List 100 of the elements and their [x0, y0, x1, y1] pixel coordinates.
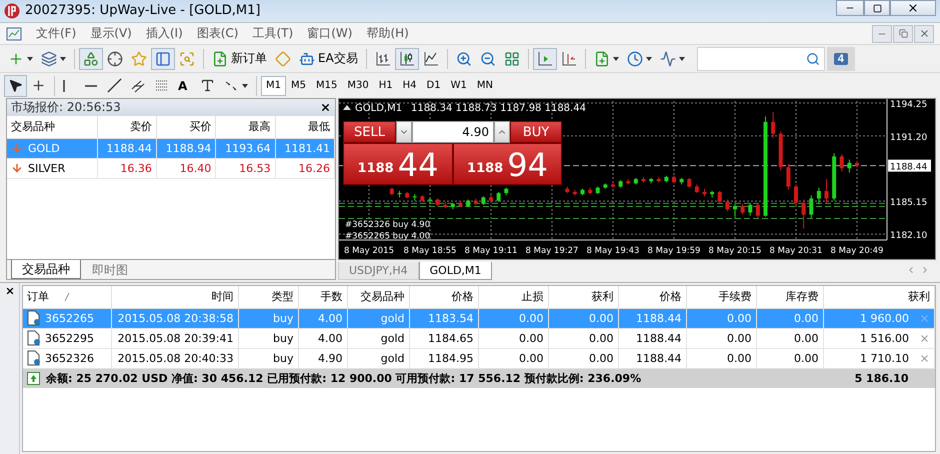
zoom-out-icon [480, 50, 496, 66]
panel-tab[interactable]: 交易品种 [11, 260, 81, 279]
table-cell: 1183.54 [409, 308, 478, 328]
arrow-up-icon [27, 372, 40, 385]
timeframe-button[interactable]: MN [472, 76, 498, 96]
candle [626, 178, 630, 185]
candle [412, 194, 417, 202]
candle [618, 180, 623, 188]
timeframe-button[interactable]: M5 [286, 76, 311, 96]
table-cell: 0.00 [478, 348, 548, 368]
toolbar-button[interactable]: EA交易 [295, 48, 362, 70]
app-logo-icon [4, 3, 20, 19]
column-header[interactable]: 止损 [478, 286, 548, 308]
column-header[interactable]: 时间 [111, 286, 238, 308]
timeframe-button[interactable]: H4 [398, 76, 422, 96]
menu-item[interactable]: 帮助(H) [366, 25, 409, 42]
menu-item[interactable]: 插入(I) [146, 25, 183, 42]
timeframe-button[interactable]: M15 [311, 76, 342, 96]
timeframe-button[interactable]: M1 [261, 76, 286, 96]
candle [664, 175, 668, 183]
column-header[interactable]: 价格 [618, 286, 686, 308]
line-chart-icon [422, 50, 439, 66]
sell-button[interactable]: SELL [343, 121, 396, 143]
timeframe-button[interactable]: H1 [374, 76, 398, 96]
restore-button[interactable] [893, 24, 913, 42]
buy-button[interactable]: BUY [510, 121, 562, 143]
text-tool-button[interactable]: A [174, 74, 196, 96]
column-header[interactable]: 获利 [823, 286, 934, 308]
search-field[interactable] [696, 46, 825, 70]
terminal-button[interactable] [151, 48, 175, 70]
close-order-icon[interactable] [919, 332, 930, 344]
table-cell: 0.00 [756, 308, 823, 328]
timeframe-button[interactable]: D1 [422, 76, 446, 96]
candle [466, 199, 470, 208]
column-header[interactable]: 手数 [298, 286, 347, 308]
order-row[interactable]: 3652295 2015.05.08 20:39:41 buy 4.00 gold 1184.65 0.00 0.00 1188.44 0.00 0.00 1 516.00 [23, 328, 934, 348]
candle-chart-button[interactable] [394, 48, 419, 70]
timeframe-button[interactable]: W1 [446, 76, 472, 96]
restore-icon [898, 29, 908, 38]
menu-item[interactable]: 文件(F) [36, 25, 76, 42]
order-line-label: #3652326 buy 4.90 [345, 220, 430, 230]
column-header[interactable]: 类型 [238, 286, 298, 308]
candle [832, 152, 836, 202]
volume-field[interactable]: 4.90 [412, 121, 494, 143]
menu-item[interactable]: 工具(T) [252, 25, 294, 42]
close-icon[interactable] [4, 286, 14, 296]
candle [398, 190, 402, 198]
menu-item[interactable]: 图表(C) [196, 25, 238, 42]
chart-tab[interactable]: GOLD,M1 [418, 262, 492, 280]
panel-tab[interactable]: 即时图 [81, 262, 139, 279]
market-watch-button[interactable] [79, 48, 103, 70]
horizontal-line-icon [85, 84, 97, 86]
cursor-button[interactable] [4, 74, 27, 96]
collapse-icon[interactable] [343, 105, 351, 110]
sell-price-button[interactable]: 1188 44 [343, 143, 453, 185]
column-header[interactable]: 交易品种 [347, 286, 409, 308]
decrease-button[interactable] [396, 121, 412, 143]
column-header[interactable]: 库存费 [756, 286, 823, 308]
table-cell: 3652295 [23, 328, 111, 348]
column-header[interactable]: 订单 [23, 286, 111, 308]
maximize-button[interactable] [864, 0, 890, 16]
close-order-icon[interactable] [919, 352, 930, 364]
menu-item[interactable]: 窗口(W) [307, 25, 352, 42]
table-cell: 2015.05.08 20:38:58 [111, 308, 238, 328]
column-header[interactable]: 获利 [548, 286, 618, 308]
candle [816, 187, 821, 204]
sort-icon [63, 292, 71, 302]
zoom-in-icon [456, 50, 472, 66]
buy-price-button[interactable]: 1188 94 [453, 143, 562, 185]
candle [794, 184, 798, 206]
caret-icon [60, 56, 66, 60]
close-button[interactable] [890, 0, 936, 16]
table-cell: 1 960.00 [823, 308, 934, 328]
menu-item[interactable]: 显示(V) [90, 25, 132, 42]
candle [588, 187, 592, 195]
column-header[interactable]: 最低 [275, 116, 334, 138]
timeframe-button[interactable]: M30 [342, 76, 374, 96]
trendline-icon [107, 78, 122, 93]
column-header[interactable]: 交易品种 [7, 116, 97, 138]
candle [436, 198, 440, 207]
chart-tab[interactable]: USDJPY,H4 [338, 262, 419, 280]
column-header[interactable]: 手续费 [686, 286, 756, 308]
table-cell: 0.00 [756, 348, 823, 368]
table-cell: 0.00 [686, 348, 756, 368]
column-header[interactable]: 最高 [216, 116, 276, 138]
price-axis-label: 1194.25 [890, 100, 928, 110]
table-cell: 3652326 [23, 348, 111, 368]
increase-button[interactable] [494, 121, 510, 143]
close-icon[interactable] [320, 102, 331, 113]
crosshair-icon [31, 78, 46, 93]
column-header[interactable]: 买价 [156, 116, 216, 138]
toolbar-button[interactable]: 新订单 [208, 48, 271, 70]
symbol-row[interactable]: SILVER 16.36 16.40 16.53 16.26 [7, 158, 334, 178]
robot-icon [299, 50, 315, 66]
chat-button[interactable]: 4 [826, 46, 855, 70]
column-header[interactable]: 价格 [409, 286, 478, 308]
order-row[interactable]: 3652326 2015.05.08 20:40:33 buy 4.90 gold 1184.95 0.00 0.00 1188.44 0.00 0.00 1 710.10 [23, 348, 934, 368]
magnifier-icon [179, 50, 195, 66]
column-header[interactable]: 卖价 [97, 116, 156, 138]
auto-scroll-button[interactable] [532, 48, 557, 70]
